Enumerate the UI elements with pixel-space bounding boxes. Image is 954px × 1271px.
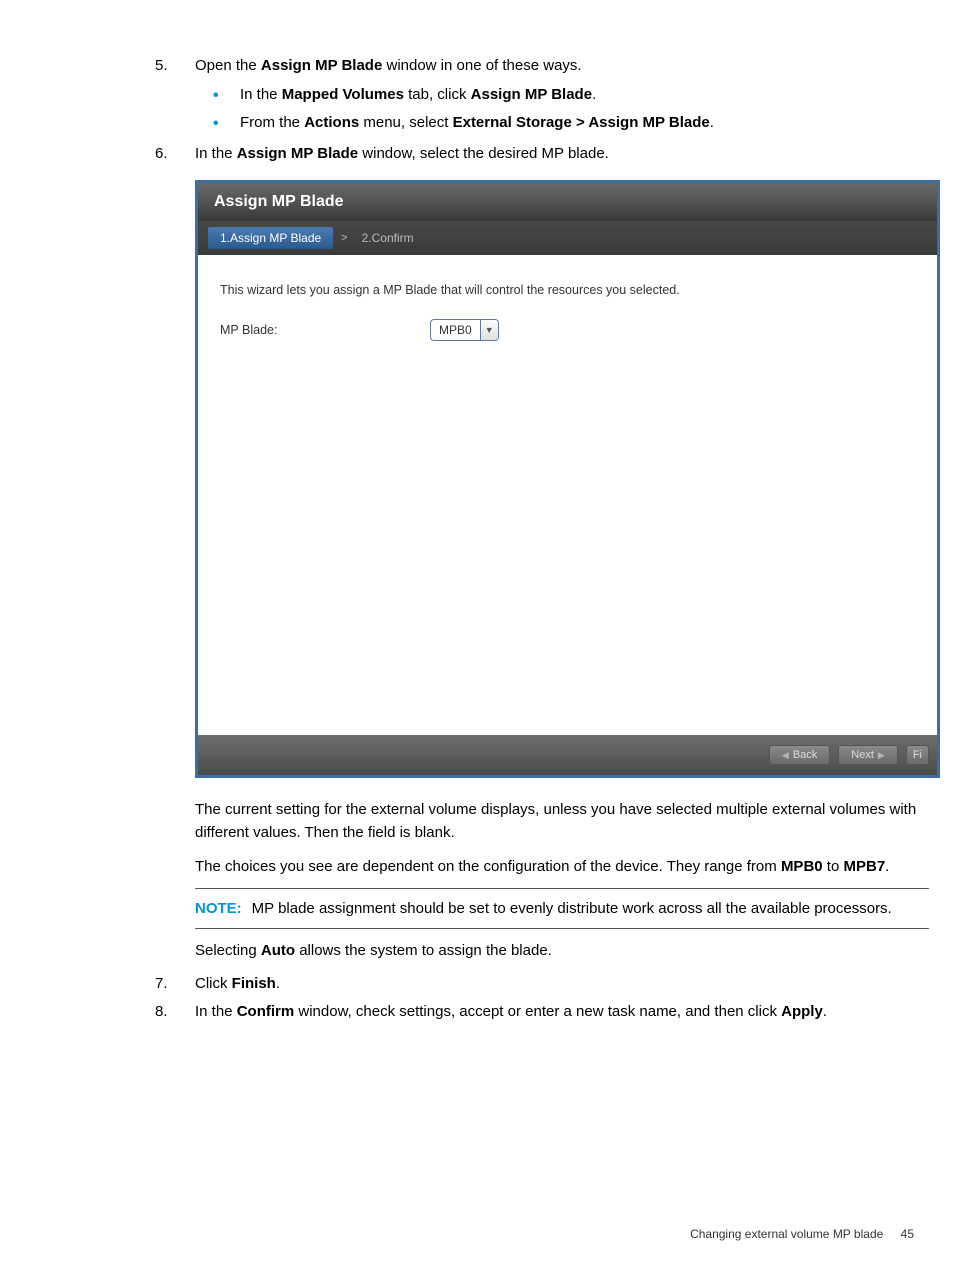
note-text: MP blade assignment should be set to eve…: [252, 900, 892, 917]
step-8: In the Confirm window, check settings, a…: [140, 1000, 929, 1024]
bullet-2: From the Actions menu, select External S…: [195, 112, 929, 135]
step-list: Open the Assign MP Blade window in one o…: [140, 55, 929, 165]
wizard-screenshot: Assign MP Blade 1.Assign MP Blade > 2.Co…: [195, 180, 929, 778]
wizard-window: Assign MP Blade 1.Assign MP Blade > 2.Co…: [195, 180, 940, 778]
bullet-1: In the Mapped Volumes tab, click Assign …: [195, 84, 929, 107]
finish-button-partial[interactable]: Fi: [906, 745, 929, 765]
note-block: NOTE: MP blade assignment should be set t…: [195, 888, 929, 929]
post-screenshot-text: The current setting for the external vol…: [195, 798, 929, 962]
crumb-step-1[interactable]: 1.Assign MP Blade: [208, 227, 333, 249]
next-button[interactable]: Next ▶: [838, 745, 898, 765]
triangle-left-icon: ◀: [782, 750, 789, 761]
note-label: NOTE:: [195, 900, 242, 917]
step-6: In the Assign MP Blade window, select th…: [140, 143, 929, 166]
mp-blade-row: MP Blade: MPB0 ▼: [220, 319, 915, 341]
step-5: Open the Assign MP Blade window in one o…: [140, 55, 929, 135]
wizard-title: Assign MP Blade: [198, 183, 937, 221]
post-p2: The choices you see are dependent on the…: [195, 855, 929, 878]
mp-blade-select[interactable]: MPB0 ▼: [430, 319, 499, 341]
back-button[interactable]: ◀ Back: [769, 745, 830, 765]
step-5-bullets: In the Mapped Volumes tab, click Assign …: [195, 84, 929, 135]
footer-text: Changing external volume MP blade: [690, 1227, 883, 1241]
step-list-cont: Click Finish. In the Confirm window, che…: [140, 972, 929, 1024]
chevron-down-icon: ▼: [480, 320, 498, 340]
wizard-intro: This wizard lets you assign a MP Blade t…: [220, 283, 915, 297]
wizard-body: This wizard lets you assign a MP Blade t…: [198, 255, 937, 735]
page-number: 45: [901, 1227, 914, 1241]
crumb-step-2: 2.Confirm: [356, 227, 420, 249]
wizard-breadcrumb: 1.Assign MP Blade > 2.Confirm: [198, 221, 937, 255]
step-7: Click Finish.: [140, 972, 929, 996]
mp-blade-label: MP Blade:: [220, 323, 430, 337]
mp-blade-value: MPB0: [431, 323, 480, 337]
post-p3: Selecting Auto allows the system to assi…: [195, 939, 929, 962]
page-footer: Changing external volume MP blade 45: [690, 1227, 914, 1241]
triangle-right-icon: ▶: [878, 750, 885, 761]
post-p1: The current setting for the external vol…: [195, 798, 929, 845]
wizard-footer: ◀ Back Next ▶ Fi: [198, 735, 937, 775]
crumb-sep: >: [341, 232, 347, 244]
